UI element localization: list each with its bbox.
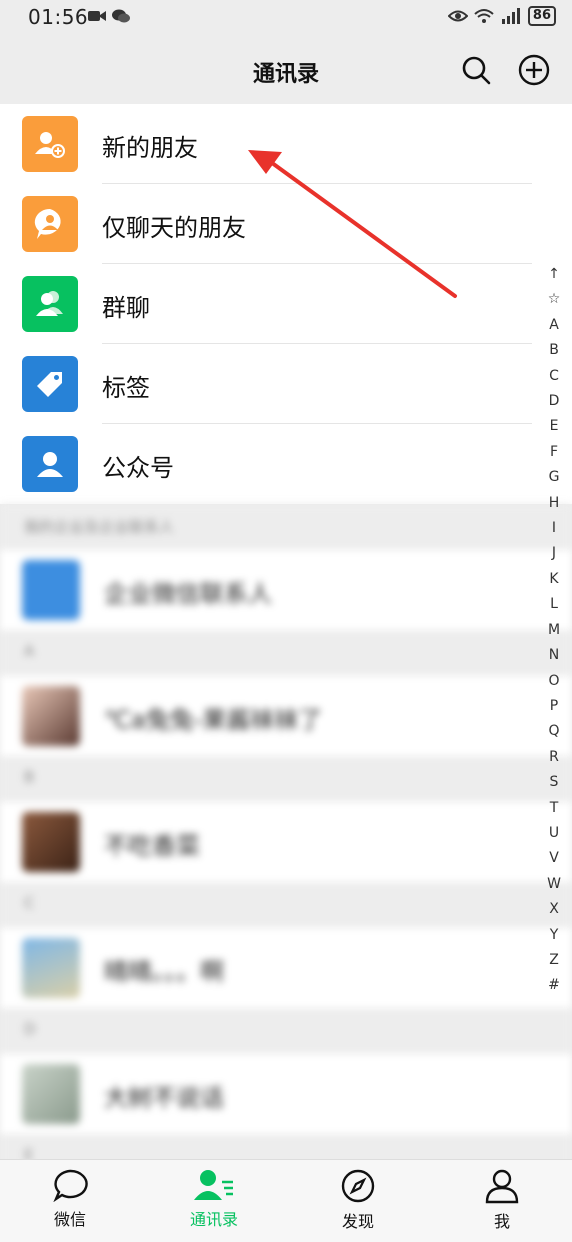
menu-item-group-chats[interactable]: 群聊 xyxy=(0,264,572,344)
index-letter[interactable]: E xyxy=(550,414,559,439)
list-item[interactable]: 大树不说话 xyxy=(0,1054,572,1134)
index-letter[interactable]: I xyxy=(552,516,556,541)
index-letter[interactable]: B xyxy=(549,338,559,363)
index-letter[interactable]: L xyxy=(550,592,558,617)
video-call-icon xyxy=(88,11,106,21)
index-letter[interactable]: H xyxy=(549,491,560,516)
list-item[interactable]: 晴晴。。。啊 xyxy=(0,928,572,1008)
contact-list: 新的朋友 仅聊天的朋友 群聊 标签 公众号 我的企业及企业联系人 企业微信联系人 xyxy=(0,104,572,1180)
top-bar: 通讯录 xyxy=(0,36,572,104)
avatar xyxy=(22,1064,80,1124)
contact-name: 不吃香菜 xyxy=(104,832,200,860)
contact-name: ℃a兔兔-果酱袜袜了 xyxy=(104,706,323,734)
index-letter[interactable]: W xyxy=(547,872,561,897)
add-icon[interactable] xyxy=(518,54,550,86)
index-letter[interactable]: F xyxy=(550,440,558,465)
chat-bubble-icon xyxy=(53,1169,88,1202)
search-icon[interactable] xyxy=(460,54,492,86)
index-letter[interactable]: # xyxy=(548,973,560,998)
person-icon xyxy=(485,1169,519,1204)
index-letter[interactable]: ☆ xyxy=(548,287,561,312)
group-icon xyxy=(36,291,63,316)
status-time: 01:56 xyxy=(28,5,89,29)
index-letter[interactable]: M xyxy=(548,618,560,643)
tab-discover[interactable]: 发现 xyxy=(303,1168,413,1238)
chat-only-icon xyxy=(34,208,61,239)
index-letter[interactable]: Z xyxy=(549,948,559,973)
list-item[interactable]: ℃a兔兔-果酱袜袜了 xyxy=(0,676,572,756)
tab-bar: 微信 通讯录 发现 我 xyxy=(0,1159,572,1242)
official-account-icon xyxy=(37,452,63,477)
contact-name: 企业微信联系人 xyxy=(104,580,272,608)
menu-item-new-friends[interactable]: 新的朋友 xyxy=(0,104,572,184)
menu-item-label: 群聊 xyxy=(102,294,150,322)
avatar xyxy=(22,560,80,620)
avatar xyxy=(22,938,80,998)
index-letter[interactable]: N xyxy=(549,643,559,668)
index-letter[interactable]: ↑ xyxy=(548,262,560,287)
index-letter[interactable]: S xyxy=(550,770,559,795)
index-letter[interactable]: G xyxy=(549,465,560,490)
wifi-icon xyxy=(474,9,494,23)
contacts-icon xyxy=(194,1170,233,1200)
index-letter[interactable]: V xyxy=(549,846,559,871)
index-letter[interactable]: K xyxy=(549,567,558,592)
index-letter[interactable]: O xyxy=(548,669,559,694)
contact-name: 晴晴。。。啊 xyxy=(104,958,224,986)
battery-level: 86 xyxy=(527,6,556,26)
section-header: B xyxy=(0,756,572,802)
section-header: A xyxy=(0,630,572,676)
list-item[interactable]: 不吃香菜 xyxy=(0,802,572,882)
section-header: 我的企业及企业联系人 xyxy=(0,504,572,550)
menu-item-chat-only-friends[interactable]: 仅聊天的朋友 xyxy=(0,184,572,264)
menu-item-label: 公众号 xyxy=(102,454,174,482)
tag-icon xyxy=(37,372,62,397)
menu-item-official-accounts[interactable]: 公众号 xyxy=(0,424,572,504)
tab-me[interactable]: 我 xyxy=(447,1168,557,1238)
signal-icon xyxy=(501,8,520,24)
menu-item-label: 标签 xyxy=(102,374,150,402)
index-letter[interactable]: T xyxy=(550,796,559,821)
index-letter[interactable]: P xyxy=(550,694,558,719)
index-letter[interactable]: C xyxy=(549,364,559,389)
index-letter[interactable]: Y xyxy=(550,923,559,948)
index-letter[interactable]: J xyxy=(552,541,556,566)
index-letter[interactable]: R xyxy=(549,745,559,770)
alphabet-index[interactable]: ↑ ☆ A B C D E F G H I J K L M N O P Q R S T U V W X Y Z # xyxy=(542,262,566,999)
index-letter[interactable]: Q xyxy=(548,719,559,744)
eye-icon xyxy=(447,10,468,22)
avatar xyxy=(22,686,80,746)
index-letter[interactable]: D xyxy=(549,389,560,414)
contact-name: 大树不说话 xyxy=(104,1084,224,1112)
section-header: D xyxy=(0,1008,572,1054)
avatar xyxy=(22,812,80,872)
menu-item-label: 新的朋友 xyxy=(102,134,198,162)
blurred-contacts: 我的企业及企业联系人 企业微信联系人 A ℃a兔兔-果酱袜袜了 B 不吃香菜 C… xyxy=(0,504,572,1180)
status-bar: 01:56 86 xyxy=(0,0,572,36)
menu-item-label: 仅聊天的朋友 xyxy=(102,214,246,242)
index-letter[interactable]: X xyxy=(549,897,559,922)
index-letter[interactable]: A xyxy=(549,313,559,338)
index-letter[interactable]: U xyxy=(549,821,559,846)
add-friend-icon xyxy=(35,132,65,158)
tab-contacts[interactable]: 通讯录 xyxy=(159,1168,269,1238)
list-item[interactable]: 企业微信联系人 xyxy=(0,550,572,630)
section-header: C xyxy=(0,882,572,928)
menu-item-tags[interactable]: 标签 xyxy=(0,344,572,424)
wechat-notify-icon xyxy=(112,9,130,23)
tab-chats[interactable]: 微信 xyxy=(15,1168,125,1238)
compass-icon xyxy=(341,1169,375,1203)
